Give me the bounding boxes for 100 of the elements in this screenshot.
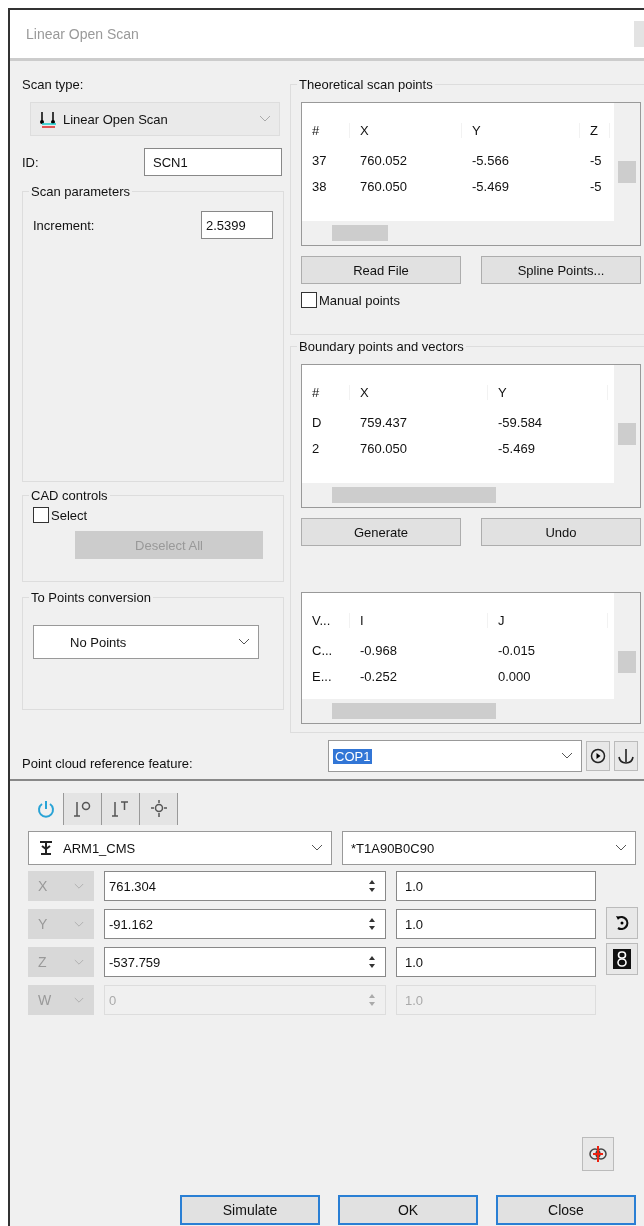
- chevron-down-icon: [74, 920, 84, 928]
- group-title: To Points conversion: [30, 590, 152, 605]
- table-cell-text: -0.968: [359, 642, 398, 658]
- column-header[interactable]: I: [350, 612, 488, 628]
- table-cell-text: 38: [311, 178, 328, 194]
- rotate-button[interactable]: [606, 907, 638, 939]
- table-cell-text: 2: [311, 440, 321, 456]
- chevron-down-icon: [74, 958, 84, 966]
- point-cloud-dropdown[interactable]: COP1: [328, 740, 582, 772]
- column-header[interactable]: Y: [462, 122, 580, 138]
- horizontal-scrollbar[interactable]: [302, 699, 640, 723]
- weight-field[interactable]: 1.0: [396, 909, 596, 939]
- column-header[interactable]: X: [350, 122, 462, 138]
- chevron-down-icon: [259, 115, 271, 123]
- select-checkbox[interactable]: [33, 507, 49, 523]
- table-cell-text: -5: [589, 152, 603, 168]
- checkbox-label: Select: [51, 507, 88, 523]
- table-cell-text: D: [311, 414, 323, 430]
- probe-alert-button[interactable]: [582, 1137, 614, 1171]
- column-header[interactable]: Z: [580, 122, 610, 138]
- data-grid[interactable]: V... I J C... -0.968 -0.015 E... -0.252 0.000: [301, 592, 641, 724]
- column-header[interactable]: #: [302, 384, 350, 400]
- chevron-down-icon: [74, 882, 84, 890]
- spin-arrows-icon: [367, 992, 377, 1008]
- chevron-down-icon: [311, 844, 323, 852]
- increment-label: Increment:: [33, 217, 95, 233]
- group-title: CAD controls: [30, 488, 109, 503]
- probe-alert-icon: [587, 1143, 609, 1165]
- table-cell-text: -5: [589, 178, 603, 194]
- horizontal-scrollbar[interactable]: [302, 483, 640, 507]
- table-cell-text: 759.437: [359, 414, 408, 430]
- column-header[interactable]: X: [350, 384, 488, 400]
- scan-type-dropdown[interactable]: Linear Open Scan: [30, 102, 280, 136]
- tip-dropdown[interactable]: *T1A90B0C90: [342, 831, 636, 865]
- grid-action-button[interactable]: Spline Points...: [481, 256, 641, 284]
- value-spinbox[interactable]: 761.304: [104, 871, 386, 901]
- grid-action-button[interactable]: Undo: [481, 518, 641, 546]
- chevron-down-icon: [74, 996, 84, 1004]
- points-conversion-dropdown[interactable]: No Points: [33, 625, 259, 659]
- play-circle-button[interactable]: [586, 741, 610, 771]
- table-cell-text: 760.050: [359, 440, 408, 456]
- weight-field[interactable]: 1.0: [396, 947, 596, 977]
- probe-gear-tab[interactable]: [64, 793, 102, 825]
- scan-type-label: Scan type:: [22, 77, 85, 92]
- column-header[interactable]: V...: [302, 612, 350, 628]
- chevron-down-icon: [615, 844, 627, 852]
- table-cell-text: -0.252: [359, 668, 398, 684]
- arm-dropdown[interactable]: ARM1_CMS: [28, 831, 332, 865]
- column-header[interactable]: #: [302, 122, 350, 138]
- data-grid[interactable]: # X Y Z 37 760.052 -5.566 -5 38 760.050 -5.469 -5: [301, 102, 641, 246]
- dialog-button[interactable]: Close: [496, 1195, 636, 1225]
- checkbox-label: Manual points: [319, 292, 400, 308]
- point-cloud-label: Point cloud reference feature:: [22, 755, 194, 771]
- vertical-scrollbar[interactable]: [614, 103, 640, 221]
- probe-t-tab[interactable]: [102, 793, 140, 825]
- table-cell-text: -0.015: [497, 642, 536, 658]
- spin-arrows-icon: [367, 916, 377, 932]
- digit-display-icon: [613, 949, 631, 969]
- vertical-scrollbar[interactable]: [614, 593, 640, 699]
- table-cell-text: -5.469: [471, 178, 510, 194]
- anchor-button[interactable]: [614, 741, 638, 771]
- table-cell-text: E...: [311, 668, 333, 684]
- group-title: Scan parameters: [30, 184, 131, 199]
- play-circle-icon: [590, 748, 606, 764]
- table-cell-text: -59.584: [497, 414, 544, 430]
- data-grid[interactable]: # X Y D 759.437 -59.584 2 760.050 -5.469: [301, 364, 641, 508]
- column-header[interactable]: Y: [488, 384, 608, 400]
- chevron-down-icon: [238, 638, 250, 646]
- horizontal-scrollbar[interactable]: [302, 221, 640, 245]
- increment-field[interactable]: 2.5399: [201, 211, 273, 239]
- spin-arrows-icon: [367, 878, 377, 894]
- spin-arrows-icon: [367, 954, 377, 970]
- grid-action-button[interactable]: Read File: [301, 256, 461, 284]
- group-title: Theoretical scan points: [298, 77, 434, 92]
- table-cell-text: 760.050: [359, 178, 408, 194]
- id-label: ID:: [22, 154, 39, 170]
- table-cell-text: -5.566: [471, 152, 510, 168]
- value-spinbox[interactable]: -537.759: [104, 947, 386, 977]
- table-cell-text: 760.052: [359, 152, 408, 168]
- chevron-down-icon: [561, 752, 573, 760]
- probe-icon: [37, 839, 55, 857]
- vertical-scrollbar[interactable]: [614, 365, 640, 483]
- rotate-icon: [613, 914, 631, 932]
- group-title: Boundary points and vectors: [298, 339, 465, 354]
- weight-field[interactable]: 1.0: [396, 871, 596, 901]
- id-field[interactable]: SCN1: [144, 148, 282, 176]
- table-cell-text: 37: [311, 152, 328, 168]
- table-cell-text: -5.469: [497, 440, 536, 456]
- anchor-icon: [617, 747, 635, 765]
- dialog-button[interactable]: OK: [338, 1195, 478, 1225]
- table-cell-text: 0.000: [497, 668, 532, 684]
- digit-display-button[interactable]: [606, 943, 638, 975]
- table-cell-text: C...: [311, 642, 334, 658]
- dialog-button[interactable]: Simulate: [180, 1195, 320, 1225]
- value-spinbox[interactable]: -91.162: [104, 909, 386, 939]
- window-title: Linear Open Scan: [26, 26, 139, 42]
- move-tab[interactable]: [140, 793, 178, 825]
- column-header[interactable]: J: [488, 612, 608, 628]
- grid-action-button[interactable]: Generate: [301, 518, 461, 546]
- manual-points-checkbox[interactable]: [301, 292, 317, 308]
